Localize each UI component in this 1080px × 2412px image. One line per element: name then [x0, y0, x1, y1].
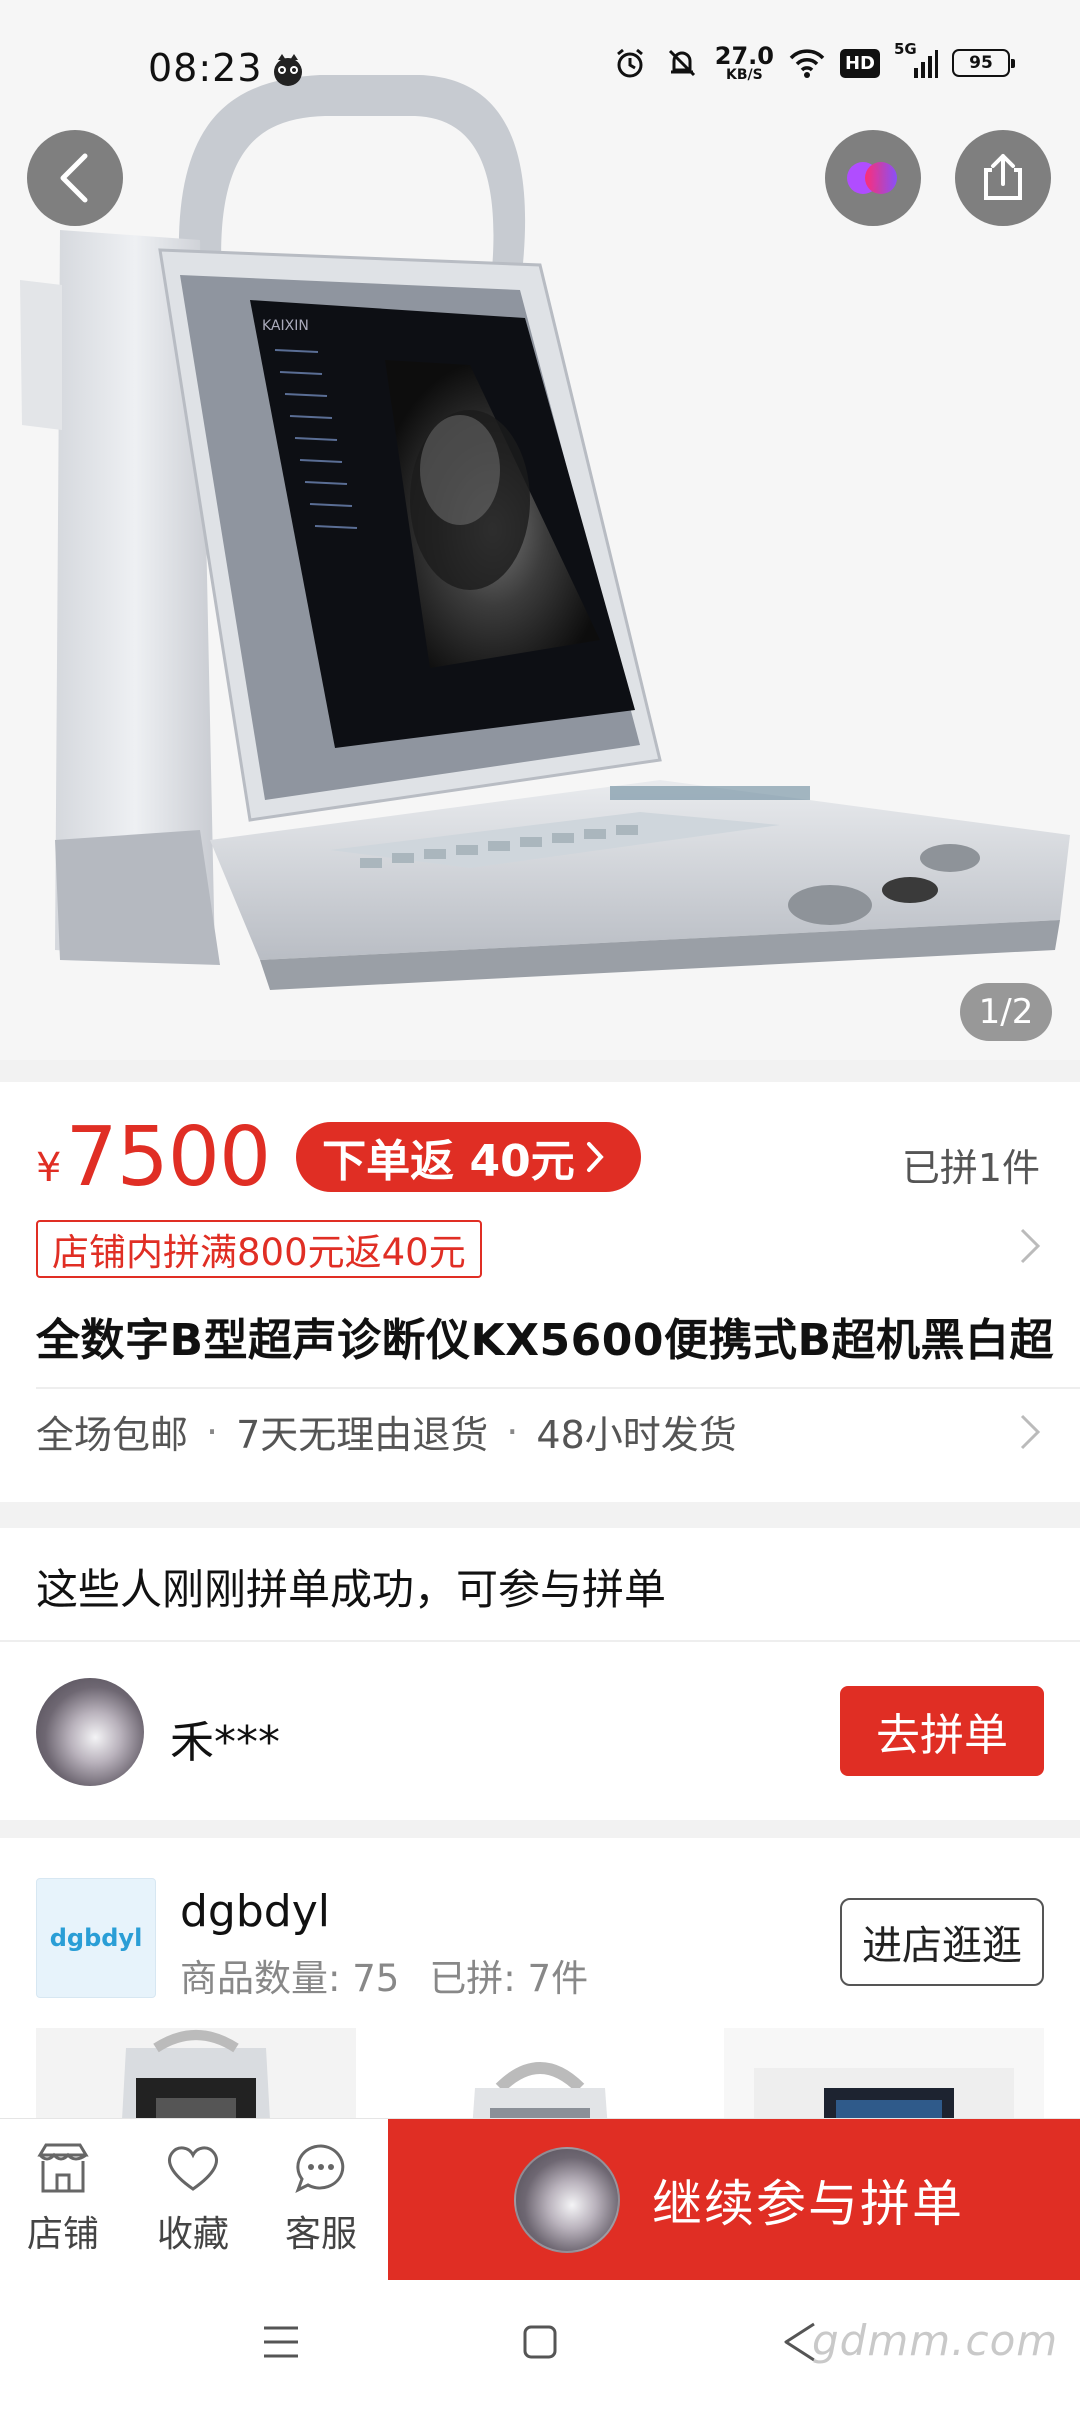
service-item: 全场包邮: [36, 1413, 189, 1457]
tab-label: 店铺: [26, 2214, 99, 2255]
signal-icon: 5G: [894, 40, 938, 82]
service-item: 7天无理由退货: [236, 1413, 489, 1457]
tab-favorite[interactable]: 收藏: [138, 2141, 248, 2257]
product-image-carousel[interactable]: KAIXIN 08:23 27.0 KB/S HD 5G 95 1/2: [0, 0, 1080, 1060]
store-product-count: 商品数量: 75: [180, 1957, 400, 2000]
tab-label: 客服: [284, 2214, 357, 2255]
join-group-button[interactable]: 去拼单: [840, 1686, 1044, 1776]
tab-store[interactable]: 店铺: [8, 2141, 118, 2257]
share-icon: [984, 154, 1022, 200]
divider: [36, 1387, 1080, 1389]
group-user-name: 禾***: [170, 1717, 280, 1768]
brand-logo-icon: [847, 162, 897, 194]
avatar: [36, 1678, 144, 1786]
hd-badge: HD: [839, 48, 880, 78]
group-buy-title: 这些人刚刚拼单成功，可参与拼单: [36, 1565, 667, 1614]
image-counter: 1/2: [960, 983, 1052, 1041]
product-price: 7500: [65, 1109, 271, 1205]
brand-logo-button[interactable]: [825, 130, 921, 226]
product-title: 全数字B型超声诊断仪KX5600便携式B超机黑白超: [36, 1315, 1055, 1366]
battery-indicator: 95: [952, 49, 1015, 77]
tab-customer-service[interactable]: 客服: [266, 2141, 376, 2257]
service-separator: ·: [506, 1409, 519, 1454]
shop-icon: [37, 2143, 89, 2193]
product-info-card: ¥ 7500 下单返 40元 已拼1件 店铺内拼满800元返40元 全数字B型超…: [0, 1082, 1080, 1502]
mascot-icon: [274, 54, 302, 86]
home-square-icon[interactable]: [522, 2324, 558, 2360]
chevron-right-icon[interactable]: [1018, 1226, 1042, 1266]
service-separator: ·: [206, 1409, 219, 1454]
share-button[interactable]: [955, 130, 1051, 226]
currency-symbol: ¥: [36, 1145, 62, 1191]
ultrasound-device-image: KAIXIN: [20, 75, 1070, 990]
store-logo[interactable]: dgbdyl: [36, 1878, 156, 1998]
system-navigation-bar: gdmm.com: [0, 2280, 1080, 2412]
chat-icon: [295, 2144, 345, 2194]
service-guarantees[interactable]: 全场包邮 · 7天无理由退货 · 48小时发货: [36, 1404, 737, 1459]
sold-count: 已拼1件: [901, 1146, 1040, 1190]
status-bar: 08:23 27.0 KB/S HD 5G 95: [0, 0, 1080, 140]
network-speed: 27.0 KB/S: [714, 42, 774, 83]
price-row: ¥ 7500 下单返 40元: [36, 1109, 641, 1205]
store-name[interactable]: dgbdyl: [180, 1886, 330, 1937]
chevron-left-icon: [60, 153, 88, 203]
tab-label: 收藏: [156, 2214, 229, 2255]
rebate-badge[interactable]: 下单返 40元: [296, 1122, 641, 1192]
menu-icon[interactable]: [262, 2322, 300, 2362]
back-button[interactable]: [27, 130, 123, 226]
group-buy-section: 这些人刚刚拼单成功，可参与拼单 禾*** 去拼单: [0, 1528, 1080, 1820]
alarm-icon: [611, 44, 649, 82]
continue-group-buy-button[interactable]: 继续参与拼单: [388, 2119, 1080, 2281]
divider: [0, 1640, 1080, 1642]
wifi-icon: [788, 44, 826, 82]
cta-label: 继续参与拼单: [652, 2175, 964, 2233]
heart-icon: [168, 2146, 218, 2191]
status-icons: 27.0 KB/S HD 5G 95: [611, 40, 1015, 83]
visit-store-button[interactable]: 进店逛逛: [840, 1898, 1044, 1986]
chevron-right-icon: [586, 1142, 604, 1172]
bottom-action-bar: 店铺 收藏 客服 继续参与拼单: [0, 2118, 1080, 2281]
store-promo-tag[interactable]: 店铺内拼满800元返40元: [36, 1220, 482, 1278]
avatar: [514, 2147, 620, 2253]
chevron-right-icon[interactable]: [1018, 1412, 1042, 1452]
screen-brand-text: KAIXIN: [262, 318, 309, 334]
service-item: 48小时发货: [536, 1413, 737, 1457]
mute-bell-icon: [663, 44, 701, 82]
status-time: 08:23: [148, 46, 263, 90]
watermark-text: gdmm.com: [812, 2316, 1059, 2365]
store-sold-count: 已拼: 7件: [429, 1957, 589, 2000]
store-stats: 商品数量: 75 已拼: 7件: [180, 1948, 588, 2002]
